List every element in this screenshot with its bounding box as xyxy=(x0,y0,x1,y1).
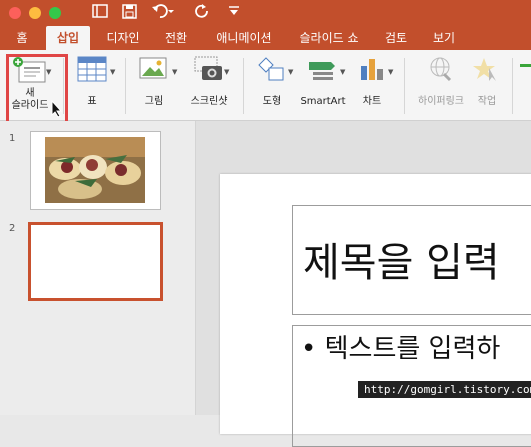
close-window-button[interactable] xyxy=(9,7,21,19)
shapes-dropdown-icon[interactable]: ▼ xyxy=(288,68,293,76)
partial-ribbon-icon xyxy=(520,64,531,67)
save-icon[interactable] xyxy=(122,4,137,24)
picture-label: 그림 xyxy=(144,96,164,107)
slide-thumbnail-pane: 1 2 xyxy=(0,121,196,415)
zoom-window-button[interactable] xyxy=(49,7,61,19)
tab-home[interactable]: 홈 xyxy=(8,26,36,50)
redo-icon[interactable] xyxy=(195,4,210,24)
picture-dropdown-icon[interactable]: ▼ xyxy=(172,68,177,76)
table-dropdown-icon[interactable]: ▼ xyxy=(110,68,115,76)
hyperlink-icon xyxy=(414,56,468,96)
table-icon xyxy=(72,56,112,96)
slide-number-1: 1 xyxy=(9,133,16,144)
tab-insert[interactable]: 삽입 xyxy=(46,26,90,50)
smartart-button[interactable]: SmartArt xyxy=(298,56,348,108)
title-placeholder-text: 제목을 입력 xyxy=(303,240,500,286)
tab-slideshow[interactable]: 슬라이드 쇼 xyxy=(292,26,366,50)
undo-icon[interactable] xyxy=(152,4,174,24)
action-icon xyxy=(470,56,504,96)
hyperlink-button[interactable]: 하이퍼링크 xyxy=(414,56,468,108)
chart-label: 차트 xyxy=(362,96,382,107)
slide-thumbnail-2[interactable] xyxy=(28,222,163,301)
tab-view[interactable]: 보기 xyxy=(426,26,462,50)
sidebar-toggle-icon[interactable] xyxy=(92,4,108,23)
source-watermark: http://gomgirl.tistory.com xyxy=(358,381,531,398)
picture-button[interactable]: 그림 xyxy=(134,56,174,108)
smartart-icon xyxy=(298,56,348,96)
smartart-label: SmartArt xyxy=(300,96,346,107)
hyperlink-label: 하이퍼링크 xyxy=(418,96,464,107)
ribbon-insert: 새 슬라이드 ▼ 표 ▼ 그림 ▼ 스크린샷 ▼ 도형 ▼ SmartArt ▼… xyxy=(0,50,531,121)
ribbon-divider xyxy=(125,58,126,114)
screenshot-dropdown-icon[interactable]: ▼ xyxy=(224,68,229,76)
mouse-cursor-icon xyxy=(51,99,63,122)
screenshot-label: 스크린샷 xyxy=(190,96,228,107)
screenshot-icon xyxy=(186,56,232,96)
ribbon-divider xyxy=(243,58,244,114)
shapes-icon xyxy=(252,56,292,96)
customize-toolbar-icon[interactable] xyxy=(228,4,240,22)
ribbon-divider xyxy=(404,58,405,114)
title-bar xyxy=(0,0,531,26)
slide-number-2: 2 xyxy=(9,223,16,234)
chart-icon xyxy=(352,56,392,96)
tab-design[interactable]: 디자인 xyxy=(100,26,146,50)
chart-button[interactable]: 차트 xyxy=(352,56,392,108)
picture-icon xyxy=(134,56,174,96)
action-label: 작업 xyxy=(477,96,497,107)
title-placeholder[interactable]: 제목을 입력 xyxy=(292,205,531,315)
table-label: 표 xyxy=(87,96,97,107)
table-button[interactable]: 표 xyxy=(72,56,112,108)
chart-dropdown-icon[interactable]: ▼ xyxy=(388,68,393,76)
minimize-window-button[interactable] xyxy=(29,7,41,19)
smartart-dropdown-icon[interactable]: ▼ xyxy=(340,68,345,76)
tab-transitions[interactable]: 전환 xyxy=(156,26,196,50)
ribbon-tabs: 홈 삽입 디자인 전환 애니메이션 슬라이드 쇼 검토 보기 xyxy=(0,26,531,50)
tab-animations[interactable]: 애니메이션 xyxy=(206,26,282,50)
shapes-button[interactable]: 도형 xyxy=(252,56,292,108)
slide-thumbnail-1[interactable] xyxy=(30,131,161,210)
tab-review[interactable]: 검토 xyxy=(376,26,416,50)
ribbon-divider xyxy=(512,58,513,114)
action-button[interactable]: 작업 xyxy=(470,56,504,108)
food-photo-image xyxy=(45,137,145,203)
shapes-label: 도형 xyxy=(262,96,282,107)
body-placeholder-text: • 텍스트를 입력하 xyxy=(301,334,501,364)
screenshot-button[interactable]: 스크린샷 xyxy=(186,56,232,108)
